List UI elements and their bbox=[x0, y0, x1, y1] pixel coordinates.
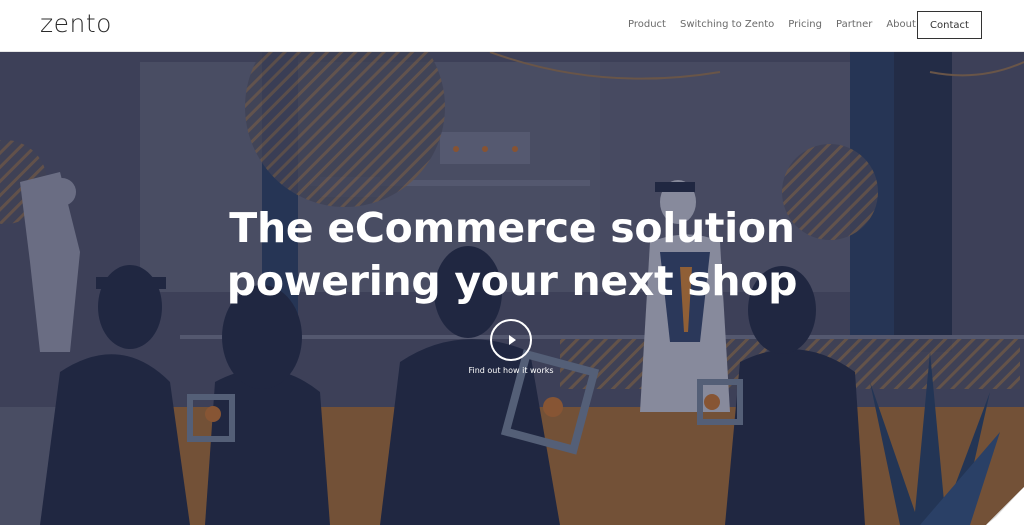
nav-link-partner[interactable]: Partner bbox=[836, 19, 872, 30]
nav-link-product[interactable]: Product bbox=[628, 19, 666, 30]
hero-section: The eCommerce solution powering your nex… bbox=[0, 52, 1024, 525]
main-nav: Product Switching to Zento Pricing Partn… bbox=[628, 19, 930, 30]
nav-link-pricing[interactable]: Pricing bbox=[788, 19, 822, 30]
hero-headline-line2: powering your next shop bbox=[226, 257, 798, 305]
hero-headline: The eCommerce solution powering your nex… bbox=[0, 202, 1024, 308]
contact-button[interactable]: Contact bbox=[917, 11, 982, 39]
play-video-button[interactable] bbox=[490, 319, 532, 361]
hero-headline-line1: The eCommerce solution bbox=[229, 204, 795, 252]
zento-logo[interactable]: zento bbox=[40, 9, 112, 38]
nav-link-switching[interactable]: Switching to Zento bbox=[680, 19, 774, 30]
play-icon bbox=[509, 335, 516, 345]
play-video-label[interactable]: Find out how it works bbox=[0, 366, 1022, 375]
nav-link-about[interactable]: About bbox=[886, 19, 916, 30]
top-navbar: zento Product Switching to Zento Pricing… bbox=[0, 0, 1024, 52]
page-curl-decoration bbox=[986, 487, 1024, 525]
